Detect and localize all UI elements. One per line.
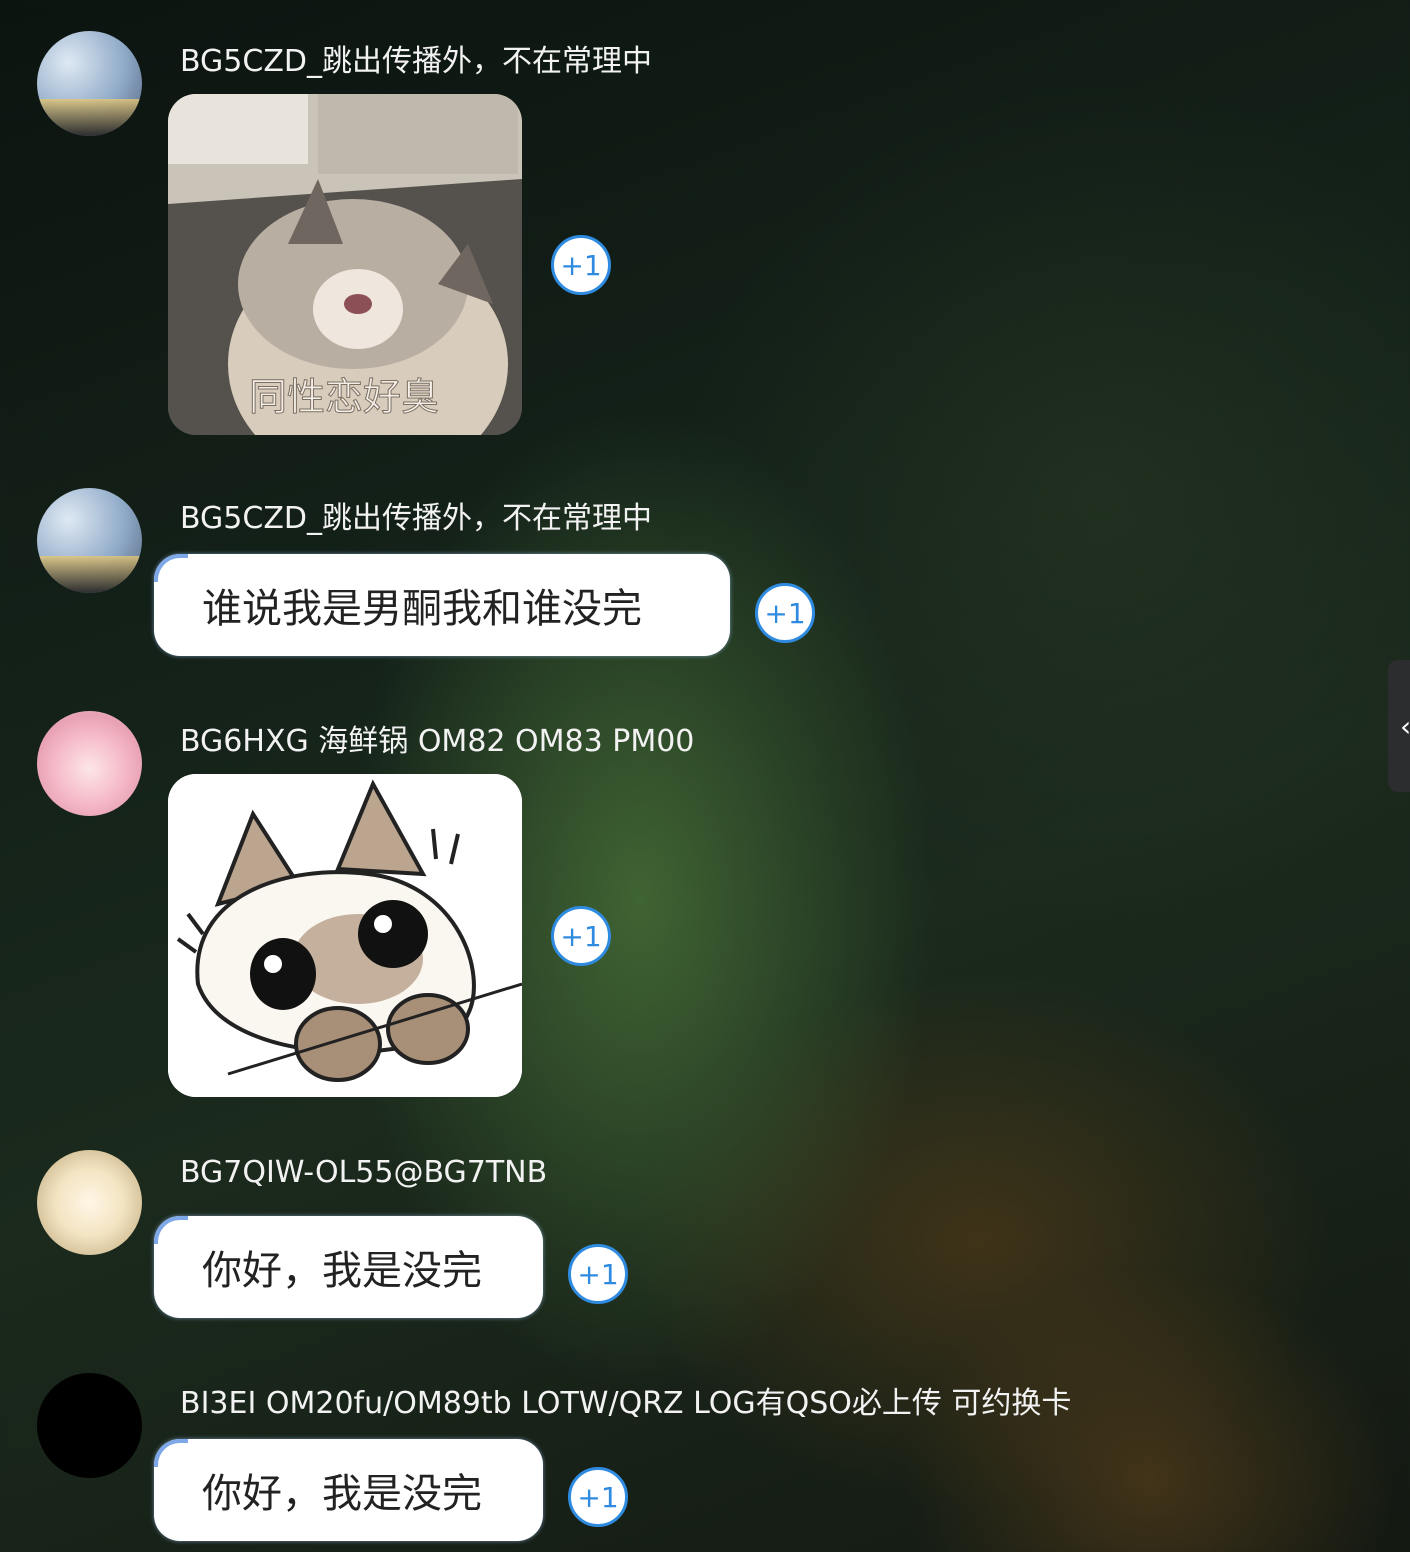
avatar[interactable]: [37, 1373, 142, 1478]
message-text: 你好，我是没完: [202, 1471, 482, 1517]
sticker-image[interactable]: 同性恋好臭: [168, 94, 522, 435]
message-text: 你好，我是没完: [202, 1248, 482, 1294]
cat-photo-sticker: 同性恋好臭: [168, 94, 522, 435]
avatar[interactable]: [37, 1150, 142, 1255]
sticker-image[interactable]: [168, 774, 522, 1097]
chevron-left-icon: ‹: [1400, 710, 1410, 743]
side-panel-toggle[interactable]: ‹: [1388, 660, 1410, 792]
message-bubble[interactable]: 你好，我是没完: [154, 1439, 543, 1541]
plus-one-button[interactable]: +1: [568, 1244, 628, 1304]
plus-one-button[interactable]: +1: [551, 235, 611, 295]
sender-name: BI3EI OM20fu/OM89tb LOTW/QRZ LOG有QSO必上传 …: [180, 1386, 1072, 1421]
message-text: 谁说我是男酮我和谁没完: [202, 586, 642, 632]
message-bubble[interactable]: 你好，我是没完: [154, 1216, 543, 1318]
sender-name: BG7QIW-OL55@BG7TNB: [180, 1155, 548, 1190]
sender-name: BG5CZD_跳出传播外，不在常理中: [180, 44, 652, 79]
cartoon-cat-sticker: [168, 774, 522, 1097]
plus-one-button[interactable]: +1: [551, 906, 611, 966]
avatar[interactable]: [37, 488, 142, 593]
avatar[interactable]: [37, 711, 142, 816]
svg-text:同性恋好臭: 同性恋好臭: [249, 375, 439, 419]
plus-one-button[interactable]: +1: [568, 1467, 628, 1527]
sender-name: BG5CZD_跳出传播外，不在常理中: [180, 501, 652, 536]
message-bubble[interactable]: 谁说我是男酮我和谁没完: [154, 554, 730, 656]
sender-name: BG6HXG 海鲜锅 OM82 OM83 PM00: [180, 724, 695, 759]
avatar[interactable]: [37, 31, 142, 136]
plus-one-button[interactable]: +1: [755, 583, 815, 643]
